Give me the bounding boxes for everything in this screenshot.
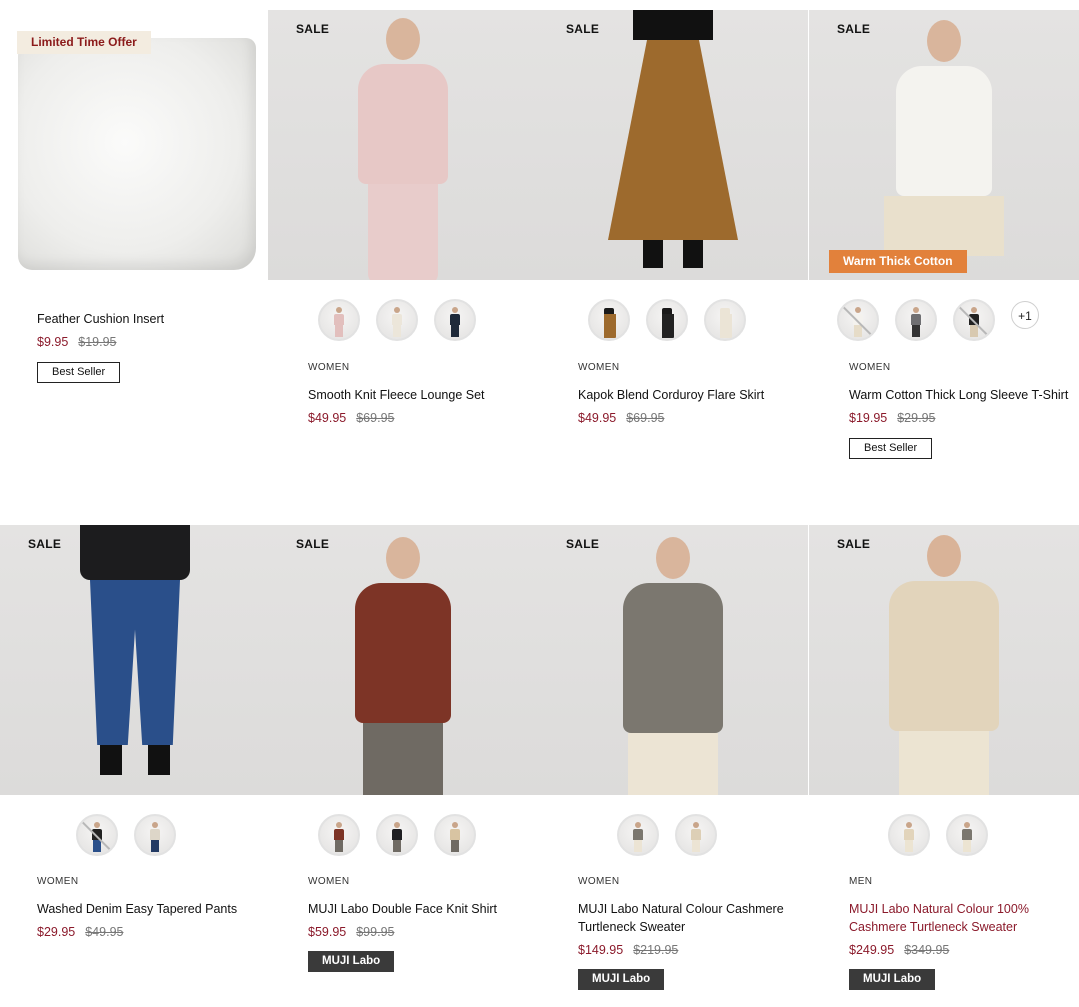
model-figure bbox=[355, 537, 451, 795]
original-price: $99.95 bbox=[356, 925, 395, 939]
product-category: WOMEN bbox=[308, 362, 350, 373]
product-image[interactable]: SALE bbox=[538, 10, 808, 280]
color-swatches bbox=[0, 805, 270, 856]
color-swatches bbox=[538, 290, 808, 341]
sale-price: $9.95 bbox=[37, 335, 69, 349]
best-seller-badge: Best Seller bbox=[849, 438, 933, 459]
product-name[interactable]: Washed Denim Easy Tapered Pants bbox=[37, 900, 257, 918]
product-card[interactable]: SALE WOMEN MUJI Labo Double Face Knit Sh… bbox=[268, 525, 538, 1007]
swatch-pink[interactable] bbox=[318, 299, 360, 341]
product-name[interactable]: Feather Cushion Insert bbox=[37, 310, 257, 328]
product-name[interactable]: MUJI Labo Double Face Knit Shirt bbox=[308, 900, 528, 918]
sale-label: SALE bbox=[566, 22, 600, 36]
product-image[interactable]: SALE bbox=[268, 10, 538, 280]
swatch-navy[interactable] bbox=[434, 299, 476, 341]
product-image[interactable]: SALE Warm Thick Cotton bbox=[809, 10, 1079, 280]
model-figure bbox=[80, 525, 190, 775]
product-name[interactable]: MUJI Labo Natural Colour Cashmere Turtle… bbox=[578, 900, 798, 936]
color-swatches bbox=[268, 290, 538, 341]
product-category: WOMEN bbox=[578, 362, 620, 373]
product-category: WOMEN bbox=[578, 876, 620, 887]
product-card[interactable]: SALE WOMEN Washed Denim Easy Tapered Pan… bbox=[0, 525, 270, 1007]
swatch-grey[interactable] bbox=[617, 814, 659, 856]
model-figure bbox=[623, 537, 723, 795]
muji-labo-badge: MUJI Labo bbox=[308, 951, 395, 972]
sale-label: SALE bbox=[566, 537, 600, 551]
model-figure bbox=[608, 10, 738, 268]
swatch-dark-blue[interactable] bbox=[134, 814, 176, 856]
product-card[interactable]: SALE WOMEN Kapok Blend Corduroy Flare Sk… bbox=[538, 10, 808, 480]
sale-price: $59.95 bbox=[308, 925, 347, 939]
product-image[interactable]: SALE bbox=[268, 525, 538, 795]
swatch-grey[interactable] bbox=[895, 299, 937, 341]
swatch-grey[interactable] bbox=[946, 814, 988, 856]
swatch-rust[interactable] bbox=[318, 814, 360, 856]
sale-price: $29.95 bbox=[37, 925, 76, 939]
product-card[interactable]: SALE WOMEN MUJI Labo Natural Colour Cash… bbox=[538, 525, 808, 1007]
product-card[interactable]: SALE MEN MUJI Labo Natural Colour 100% C… bbox=[809, 525, 1079, 1007]
product-name[interactable]: Warm Cotton Thick Long Sleeve T-Shirt bbox=[849, 386, 1069, 404]
swatch-ivory[interactable] bbox=[704, 299, 746, 341]
product-category: WOMEN bbox=[308, 876, 350, 887]
product-name[interactable]: Smooth Knit Fleece Lounge Set bbox=[308, 386, 528, 404]
swatch-black[interactable] bbox=[376, 814, 418, 856]
original-price: $49.95 bbox=[85, 925, 124, 939]
best-seller-badge: Best Seller bbox=[37, 362, 121, 383]
sale-price: $49.95 bbox=[308, 411, 347, 425]
original-price: $69.95 bbox=[626, 411, 665, 425]
limited-offer-ribbon: Limited Time Offer bbox=[17, 31, 151, 54]
color-swatches bbox=[538, 805, 808, 856]
swatch-blue-out-of-stock[interactable] bbox=[76, 814, 118, 856]
sale-price: $19.95 bbox=[849, 411, 888, 425]
sale-label: SALE bbox=[296, 22, 330, 36]
sale-label: SALE bbox=[296, 537, 330, 551]
swatch-oatmeal[interactable] bbox=[888, 814, 930, 856]
swatch-black[interactable] bbox=[646, 299, 688, 341]
more-colors-button[interactable]: +1 bbox=[1011, 301, 1039, 329]
muji-labo-badge: MUJI Labo bbox=[849, 969, 936, 990]
product-image[interactable]: SALE bbox=[809, 525, 1079, 795]
original-price: $219.95 bbox=[633, 943, 679, 957]
model-figure bbox=[889, 535, 999, 795]
original-price: $19.95 bbox=[78, 335, 117, 349]
swatch-white-out-of-stock[interactable] bbox=[837, 299, 879, 341]
color-swatches bbox=[809, 805, 1079, 856]
product-category: WOMEN bbox=[849, 362, 891, 373]
original-price: $349.95 bbox=[904, 943, 950, 957]
product-image[interactable]: SALE bbox=[0, 525, 270, 795]
swatch-brown[interactable] bbox=[588, 299, 630, 341]
swatch-oatmeal[interactable] bbox=[675, 814, 717, 856]
sale-label: SALE bbox=[837, 537, 871, 551]
sale-price: $249.95 bbox=[849, 943, 895, 957]
product-grid: Limited Time Offer Feather Cushion Inser… bbox=[0, 0, 1079, 1007]
sale-label: SALE bbox=[28, 537, 62, 551]
product-name[interactable]: Kapok Blend Corduroy Flare Skirt bbox=[578, 386, 798, 404]
product-category: MEN bbox=[849, 876, 873, 887]
original-price: $69.95 bbox=[356, 411, 395, 425]
pillow-image bbox=[18, 38, 256, 270]
color-swatches bbox=[268, 805, 538, 856]
product-name[interactable]: MUJI Labo Natural Colour 100% Cashmere T… bbox=[849, 900, 1069, 936]
swatch-black-out-of-stock[interactable] bbox=[953, 299, 995, 341]
product-image[interactable]: SALE bbox=[538, 525, 808, 795]
warm-thick-cotton-ribbon: Warm Thick Cotton bbox=[829, 250, 967, 273]
sale-label: SALE bbox=[837, 22, 871, 36]
model-figure bbox=[358, 18, 448, 280]
color-swatches: +1 bbox=[809, 290, 1079, 341]
original-price: $29.95 bbox=[897, 411, 936, 425]
swatch-beige[interactable] bbox=[434, 814, 476, 856]
muji-labo-badge: MUJI Labo bbox=[578, 969, 665, 990]
product-category: WOMEN bbox=[37, 876, 79, 887]
product-card[interactable]: SALE Warm Thick Cotton +1 WOMEN Warm Cot… bbox=[809, 10, 1079, 480]
product-card[interactable]: SALE WOMEN Smooth Knit Fleece Lounge Set… bbox=[268, 10, 538, 480]
swatch-ivory[interactable] bbox=[376, 299, 418, 341]
model-figure bbox=[884, 20, 1004, 256]
sale-price: $49.95 bbox=[578, 411, 617, 425]
product-card[interactable]: Limited Time Offer Feather Cushion Inser… bbox=[0, 10, 270, 410]
product-image[interactable]: Limited Time Offer bbox=[0, 10, 270, 280]
sale-price: $149.95 bbox=[578, 943, 624, 957]
